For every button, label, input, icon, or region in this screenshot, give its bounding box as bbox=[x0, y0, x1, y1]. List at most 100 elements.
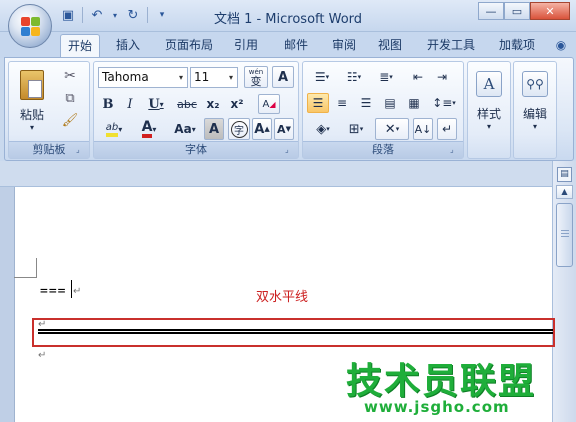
text-highlight-button[interactable]: ab ▾ bbox=[98, 118, 130, 140]
bullets-button[interactable]: ☰ ▾ bbox=[307, 67, 337, 87]
tab-view[interactable]: 视图 bbox=[370, 34, 410, 58]
tab-references[interactable]: 引用 bbox=[226, 34, 266, 58]
font-size-combo[interactable]: 11 ▾ bbox=[190, 67, 238, 88]
font-group-label: 字体 bbox=[94, 141, 298, 158]
styles-group: A 样式 ▾ bbox=[467, 61, 511, 159]
shading-button[interactable]: ◈ ▾ bbox=[307, 118, 339, 140]
chevron-down-icon: ▾ bbox=[178, 73, 183, 82]
chevron-down-icon: ▾ bbox=[228, 73, 233, 82]
scrollbar-thumb[interactable] bbox=[556, 203, 573, 267]
chevron-down-icon: ▾ bbox=[532, 122, 537, 131]
char-border-button[interactable]: A bbox=[272, 66, 294, 88]
increase-indent-button[interactable]: ⇥ bbox=[431, 67, 453, 87]
tab-page-layout[interactable]: 页面布局 bbox=[158, 34, 220, 58]
tab-insert[interactable]: 插入 bbox=[108, 34, 148, 58]
paragraph-launcher-icon[interactable]: ⌟ bbox=[450, 145, 460, 155]
chevron-down-icon: ▾ bbox=[325, 73, 330, 81]
font-size-value: 11 bbox=[194, 70, 210, 84]
shrink-font-button[interactable]: A ▼ bbox=[274, 118, 294, 140]
tab-home[interactable]: 开始 bbox=[60, 34, 100, 58]
decrease-indent-button[interactable]: ⇤ bbox=[407, 67, 429, 87]
numbering-button[interactable]: ☷ ▾ bbox=[339, 67, 369, 87]
vertical-scrollbar[interactable]: ▤ ▲ bbox=[552, 161, 576, 422]
italic-button[interactable]: I bbox=[120, 94, 140, 114]
distributed-button[interactable]: ▦ bbox=[403, 93, 425, 113]
border-icon: ⊞ bbox=[348, 121, 360, 137]
copy-icon[interactable]: ⧉ bbox=[59, 88, 81, 108]
maximize-button[interactable]: ▭ bbox=[504, 2, 530, 20]
grow-font-button[interactable]: A ▲ bbox=[252, 118, 272, 140]
tab-add-ins[interactable]: 加载项 bbox=[490, 34, 544, 58]
change-case-button[interactable]: Aa ▾ bbox=[168, 118, 202, 140]
paste-label: 粘贴 bbox=[19, 108, 44, 122]
font-label-text: 字体 bbox=[185, 143, 207, 156]
paragraph-mark-icon: ↵ bbox=[441, 122, 453, 136]
change-case-label: Aa bbox=[174, 122, 192, 136]
char-shading-button[interactable]: A bbox=[204, 118, 224, 140]
align-center-button[interactable]: ≡ bbox=[331, 93, 353, 113]
strikethrough-button[interactable]: abc bbox=[174, 94, 200, 114]
font-launcher-icon[interactable]: ⌟ bbox=[285, 145, 295, 155]
help-icon[interactable]: ◉ bbox=[552, 34, 570, 58]
subscript-button[interactable]: x₂ bbox=[202, 94, 224, 114]
tab-review[interactable]: 审阅 bbox=[324, 34, 364, 58]
clear-formatting-button[interactable]: A ◢ bbox=[258, 94, 280, 114]
tab-mailings[interactable]: 邮件 bbox=[276, 34, 316, 58]
horizontal-ruler-area bbox=[0, 161, 552, 187]
office-logo-icon bbox=[21, 17, 41, 37]
underline-button[interactable]: U ▾ bbox=[142, 94, 170, 114]
sort-button[interactable]: A↓ bbox=[413, 118, 433, 140]
text-cursor bbox=[71, 280, 72, 298]
line-spacing-icon: ↕≡ bbox=[432, 96, 453, 110]
paste-dropdown-icon: ▾ bbox=[29, 123, 34, 132]
format-painter-icon[interactable]: 🖌 bbox=[59, 110, 81, 130]
font-name-combo[interactable]: Tahoma ▾ bbox=[98, 67, 188, 88]
chinese-layout-button[interactable]: ✕ ▾ bbox=[375, 118, 409, 140]
scroll-up-icon[interactable]: ▲ bbox=[556, 185, 573, 199]
superscript-label: x² bbox=[230, 97, 244, 111]
office-button[interactable] bbox=[8, 4, 52, 48]
tab-developer[interactable]: 开发工具 bbox=[418, 34, 484, 58]
borders-button[interactable]: ⊞ ▾ bbox=[341, 118, 371, 140]
chevron-down-icon: ▾ bbox=[395, 125, 400, 133]
align-left-button[interactable]: ☰ bbox=[307, 93, 329, 113]
cut-icon[interactable]: ✂ bbox=[59, 66, 81, 86]
enclose-characters-button[interactable]: 字 bbox=[228, 118, 250, 140]
styles-button[interactable]: A 样式 ▾ bbox=[470, 66, 508, 154]
decrease-indent-icon: ⇤ bbox=[412, 70, 424, 84]
strike-label: abc bbox=[177, 97, 197, 111]
ribbon-tabs: 开始 插入 页面布局 引用 邮件 审阅 视图 开发工具 加载项 ◉ bbox=[0, 32, 576, 58]
phonetic-char: 变 bbox=[250, 75, 262, 88]
font-color-button[interactable]: A ▾ bbox=[134, 118, 164, 140]
superscript-button[interactable]: x² bbox=[226, 94, 248, 114]
show-marks-button[interactable]: ↵ bbox=[437, 118, 457, 140]
chevron-down-icon: ▾ bbox=[486, 122, 491, 131]
highlight-label: ab bbox=[105, 121, 119, 133]
underline-label: U bbox=[148, 96, 160, 112]
justify-button[interactable]: ▤ bbox=[379, 93, 401, 113]
chevron-down-icon: ▾ bbox=[326, 125, 330, 133]
editing-label: 编辑 bbox=[522, 107, 547, 121]
paste-icon bbox=[20, 70, 44, 100]
subscript-label: x₂ bbox=[206, 97, 220, 111]
phonetic-guide-button[interactable]: wén 变 bbox=[244, 66, 268, 88]
paste-button[interactable]: 粘贴 ▾ bbox=[13, 66, 51, 136]
editing-button[interactable]: ⚲⚲ 编辑 ▾ bbox=[516, 66, 554, 154]
line-spacing-button[interactable]: ↕≡ ▾ bbox=[429, 93, 459, 113]
styles-label: 样式 bbox=[476, 107, 501, 121]
align-center-icon: ≡ bbox=[336, 96, 348, 110]
numbering-icon: ☷ bbox=[346, 70, 358, 84]
clipboard-launcher-icon[interactable]: ⌟ bbox=[76, 145, 86, 155]
distributed-icon: ▦ bbox=[408, 96, 420, 110]
watermark-brand: 技术员联盟 bbox=[346, 361, 537, 402]
editing-group: ⚲⚲ 编辑 ▾ bbox=[513, 61, 557, 159]
char-shading-label: A bbox=[208, 121, 220, 137]
multilevel-list-button[interactable]: ≣ ▾ bbox=[371, 67, 401, 87]
binoculars-icon: ⚲⚲ bbox=[522, 71, 548, 97]
bold-button[interactable]: B bbox=[98, 94, 118, 114]
view-ruler-icon[interactable]: ▤ bbox=[557, 167, 572, 182]
clear-label: A bbox=[262, 98, 270, 110]
close-button[interactable]: ✕ bbox=[530, 2, 570, 20]
minimize-button[interactable]: — bbox=[478, 2, 504, 20]
align-right-button[interactable]: ☰ bbox=[355, 93, 377, 113]
